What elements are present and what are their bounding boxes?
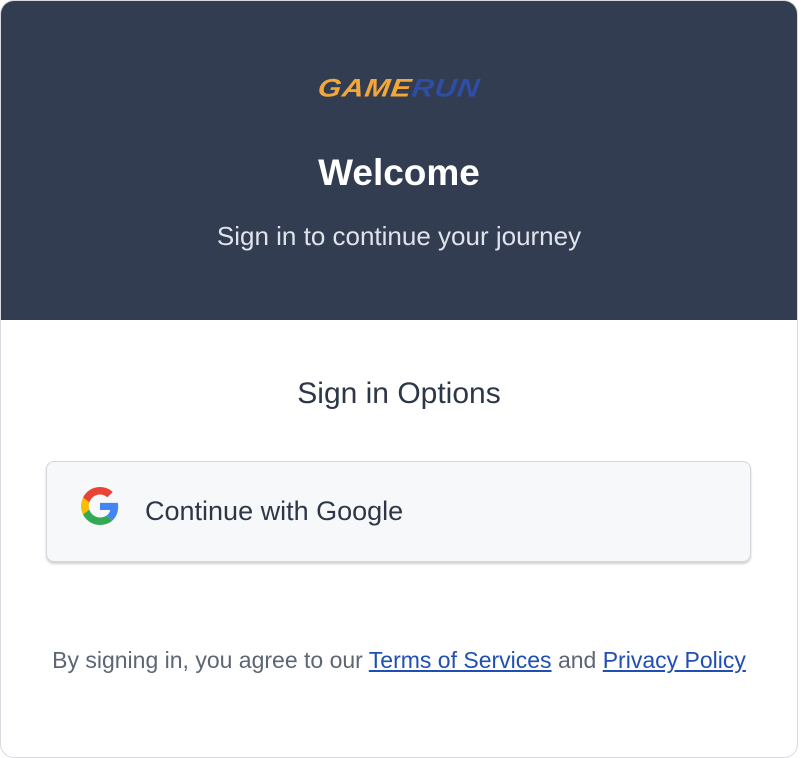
sign-in-card: GAMERUN Welcome Sign in to continue your… xyxy=(0,0,798,758)
legal-conjunction: and xyxy=(551,647,603,673)
google-logo-icon xyxy=(81,487,119,525)
continue-with-google-button[interactable]: Continue with Google xyxy=(46,461,751,562)
legal-prefix: By signing in, you agree to our xyxy=(52,647,369,673)
sign-in-options-heading: Sign in Options xyxy=(297,377,501,410)
logo-text-game: GAME xyxy=(316,74,415,103)
welcome-header: GAMERUN Welcome Sign in to continue your… xyxy=(1,1,797,320)
logo-text-run: RUN xyxy=(410,74,483,103)
google-button-label: Continue with Google xyxy=(145,496,404,526)
page-title: Welcome xyxy=(318,152,480,193)
page-subtitle: Sign in to continue your journey xyxy=(216,221,582,251)
legal-notice: By signing in, you agree to our Terms of… xyxy=(31,643,767,677)
gamerun-logo: GAMERUN xyxy=(1,74,797,105)
privacy-policy-link[interactable]: Privacy Policy xyxy=(603,647,746,673)
terms-of-services-link[interactable]: Terms of Services xyxy=(369,647,552,673)
